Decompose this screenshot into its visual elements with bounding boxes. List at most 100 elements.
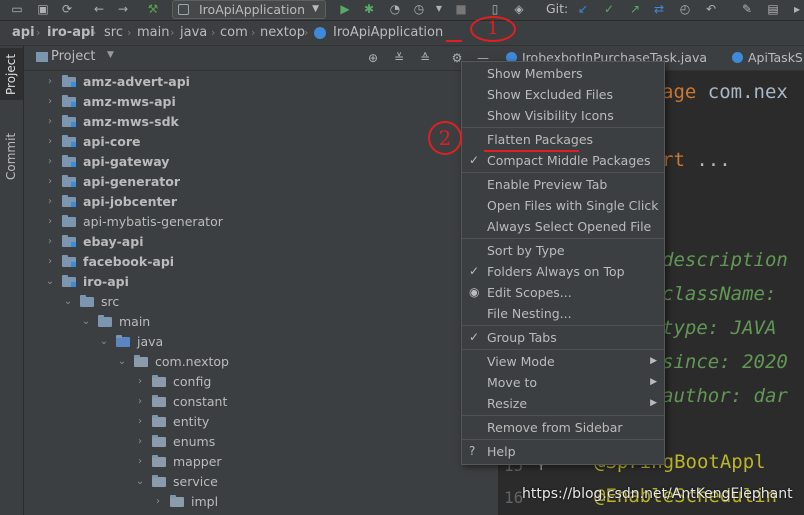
chevron-right-icon[interactable]: ›	[44, 92, 56, 112]
tree-row[interactable]: › entity	[24, 412, 498, 432]
tree-row[interactable]: › impl	[24, 492, 498, 512]
tree-row[interactable]: › config	[24, 372, 498, 392]
menu-item[interactable]: Open Files with Single Click	[462, 195, 664, 216]
git-update-icon[interactable]: ↙	[576, 2, 590, 16]
open-folder-icon[interactable]: ▭	[10, 2, 24, 16]
chevron-right-icon[interactable]: ›	[44, 212, 56, 232]
menu-item[interactable]: ✓ Group Tabs	[462, 327, 664, 348]
menu-item[interactable]: Remove from Sidebar	[462, 417, 664, 438]
chevron-right-icon[interactable]: ›	[44, 252, 56, 272]
menu-item[interactable]: ✓ Folders Always on Top	[462, 261, 664, 282]
menu-item[interactable]: Show Excluded Files	[462, 84, 664, 105]
chevron-right-icon[interactable]: ›	[134, 392, 146, 412]
locate-file-icon[interactable]: ⊕	[366, 51, 380, 65]
tree-row[interactable]: › facebook-api	[24, 252, 498, 272]
project-view-title[interactable]: Project	[51, 49, 95, 64]
chevron-down-icon[interactable]: ⌄	[80, 312, 92, 332]
chevron-down-icon[interactable]: ⌄	[134, 472, 146, 492]
commit-tool-tab[interactable]: Commit	[0, 124, 23, 188]
chevron-down-icon[interactable]: ⌄	[44, 272, 56, 292]
tree-row[interactable]: ⌄ service	[24, 472, 498, 492]
build-hammer-icon[interactable]: ⚒	[146, 2, 160, 16]
breadcrumb-item[interactable]: com	[220, 21, 248, 45]
chevron-down-icon[interactable]: ⌄	[116, 352, 128, 372]
chevron-right-icon[interactable]: ›	[134, 412, 146, 432]
menu-item[interactable]: File Nesting...	[462, 303, 664, 324]
rollback-icon[interactable]: ↶	[704, 2, 718, 16]
menu-item[interactable]: Enable Preview Tab	[462, 174, 664, 195]
git-push-icon[interactable]: ↗	[628, 2, 642, 16]
sdk-manager-icon[interactable]: ◈	[512, 2, 526, 16]
tree-row[interactable]: › ebay-api	[24, 232, 498, 252]
sync-icon[interactable]: ⟳	[60, 2, 74, 16]
save-icon[interactable]: ▣	[36, 2, 50, 16]
menu-item[interactable]: Show Visibility Icons	[462, 105, 664, 126]
tree-row[interactable]: › amz-mws-api	[24, 92, 498, 112]
run-configuration-selector[interactable]: IroApiApplication ▼	[172, 0, 326, 19]
editor-tab[interactable]: ApiTaskS	[728, 46, 804, 70]
stop-icon[interactable]: ■	[454, 2, 468, 16]
git-commit-icon[interactable]: ✓	[602, 2, 616, 16]
breadcrumb-item[interactable]: IroApiApplication	[333, 21, 443, 45]
tree-row[interactable]: ⌄ src	[24, 292, 498, 312]
chevron-right-icon[interactable]: ›	[44, 72, 56, 92]
tree-row[interactable]: › api-generator	[24, 172, 498, 192]
chevron-down-icon[interactable]: ⌄	[62, 292, 74, 312]
expand-all-icon[interactable]: ≚	[392, 51, 406, 65]
breadcrumb-item[interactable]: nextop	[260, 21, 305, 45]
breadcrumb-item[interactable]: iro-api	[47, 21, 95, 45]
more-run-options-icon[interactable]: ▼	[432, 2, 446, 16]
tree-row[interactable]: ⌄ java	[24, 332, 498, 352]
chevron-down-icon[interactable]: ▼	[107, 50, 114, 60]
overflow-icon[interactable]: ▸	[790, 2, 804, 16]
tree-row[interactable]: › amz-mws-sdk	[24, 112, 498, 132]
tree-row[interactable]: › api-core	[24, 132, 498, 152]
run-icon[interactable]: ▶	[338, 2, 352, 16]
breadcrumb-item[interactable]: api	[12, 21, 35, 45]
menu-item[interactable]: ? Help	[462, 441, 664, 462]
menu-item[interactable]: Sort by Type	[462, 240, 664, 261]
menu-item[interactable]: ◉ Edit Scopes...	[462, 282, 664, 303]
project-tool-tab[interactable]: Project	[0, 48, 23, 100]
tree-row[interactable]: › api-jobcenter	[24, 192, 498, 212]
tree-row[interactable]: › mapper	[24, 452, 498, 472]
menu-item[interactable]: Move to ▶	[462, 372, 664, 393]
git-compare-icon[interactable]: ⇄	[652, 2, 666, 16]
chevron-right-icon[interactable]: ›	[44, 152, 56, 172]
debug-icon[interactable]: ✱	[362, 2, 376, 16]
tree-row[interactable]: › api-gateway	[24, 152, 498, 172]
collapse-all-icon[interactable]: ≙	[418, 51, 432, 65]
chevron-right-icon[interactable]: ›	[152, 492, 164, 512]
tree-row[interactable]: ⌄ main	[24, 312, 498, 332]
chevron-right-icon[interactable]: ›	[44, 112, 56, 132]
project-structure-icon[interactable]: ▤	[766, 2, 780, 16]
chevron-right-icon[interactable]: ›	[44, 192, 56, 212]
chevron-right-icon[interactable]: ›	[134, 452, 146, 472]
menu-item[interactable]: View Mode ▶	[462, 351, 664, 372]
history-icon[interactable]: ◴	[678, 2, 692, 16]
chevron-down-icon[interactable]: ⌄	[98, 332, 110, 352]
coverage-icon[interactable]: ◔	[388, 2, 402, 16]
menu-item[interactable]: Flatten Packages	[462, 129, 664, 150]
breadcrumb-item[interactable]: java	[180, 21, 207, 45]
chevron-right-icon[interactable]: ›	[44, 172, 56, 192]
menu-item[interactable]: ✓ Compact Middle Packages	[462, 150, 664, 171]
chevron-right-icon[interactable]: ›	[134, 432, 146, 452]
chevron-right-icon[interactable]: ›	[44, 232, 56, 252]
chevron-right-icon[interactable]: ›	[44, 132, 56, 152]
breadcrumb-item[interactable]: main	[137, 21, 169, 45]
tree-row[interactable]: ⌄ iro-api	[24, 272, 498, 292]
menu-item[interactable]: Show Members	[462, 63, 664, 84]
tree-row[interactable]: › api-mybatis-generator	[24, 212, 498, 232]
device-icon[interactable]: ▯	[488, 2, 502, 16]
profile-icon[interactable]: ◷	[412, 2, 426, 16]
chevron-right-icon[interactable]: ›	[134, 372, 146, 392]
tree-row[interactable]: › enums	[24, 432, 498, 452]
tree-row[interactable]: › constant	[24, 392, 498, 412]
breadcrumb-item[interactable]: src	[104, 21, 123, 45]
menu-item[interactable]: Always Select Opened File	[462, 216, 664, 237]
wrench-icon[interactable]: ✎	[740, 2, 754, 16]
forward-arrow-icon[interactable]: →	[116, 2, 130, 16]
back-arrow-icon[interactable]: ←	[92, 2, 106, 16]
menu-item[interactable]: Resize ▶	[462, 393, 664, 414]
